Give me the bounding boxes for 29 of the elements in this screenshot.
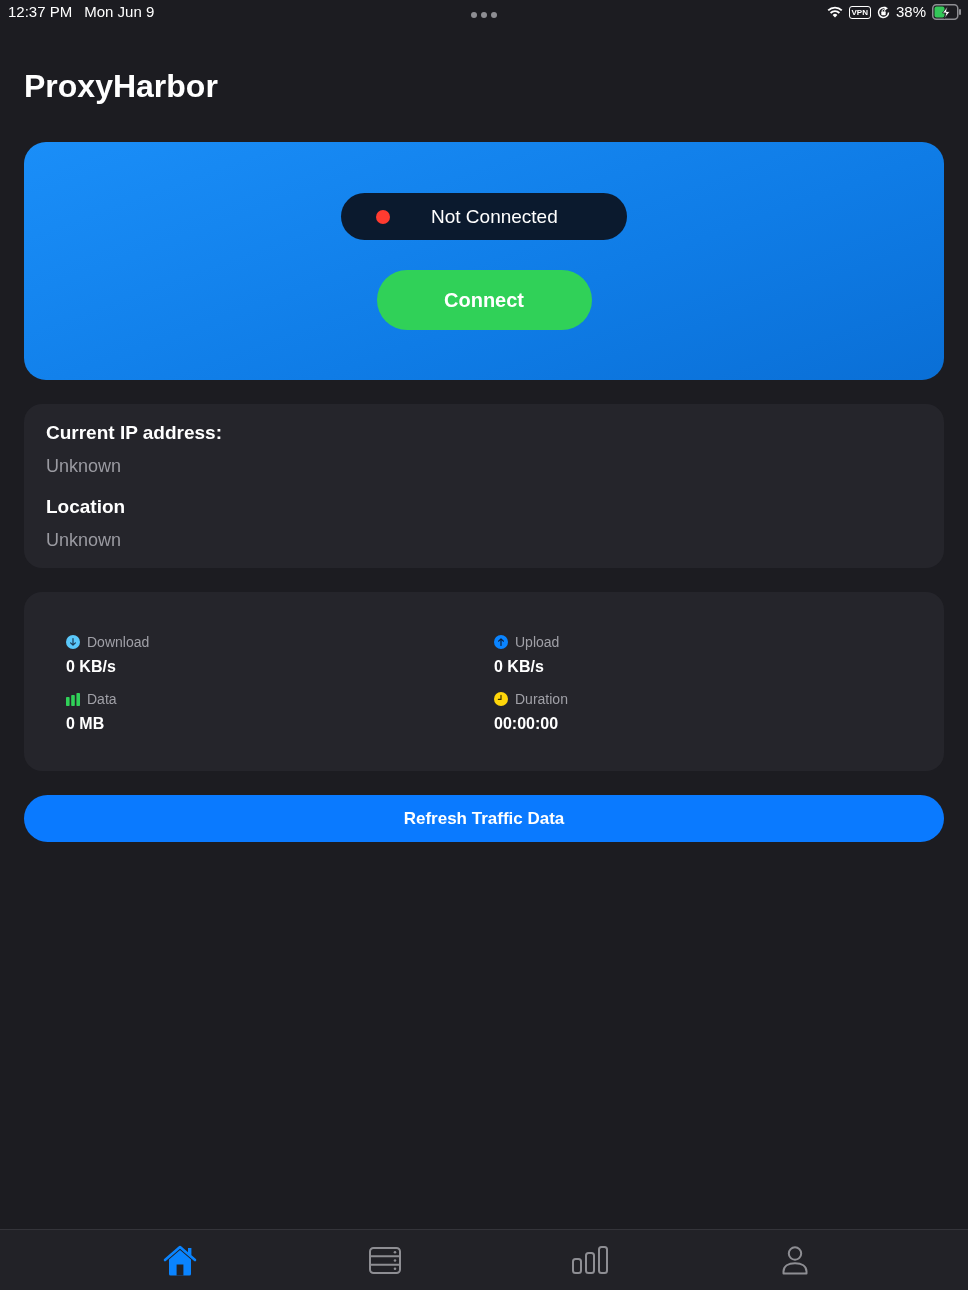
info-value: Unknown [46,529,122,552]
stat-value: 0 MB [66,714,105,734]
wifi-icon [826,6,843,18]
battery-percent: 38% [895,3,926,21]
info-value: Unknown [46,455,122,478]
connection-status-text: Not Connected [431,204,558,229]
more-dots-icon [471,12,497,18]
server-rack-icon [368,1246,401,1274]
status-date: Mon Jun 9 [84,3,155,21]
status-time: 12:37 PM [8,3,73,21]
stat-value: 00:00:00 [494,714,559,734]
refresh-button[interactable]: Refresh Traffic Data [24,795,944,842]
home-icon [162,1244,197,1276]
stat-value: 0 KB/s [66,657,116,677]
stat-label: Upload [515,633,560,651]
person-icon [781,1245,808,1275]
info-label: Location [46,495,126,519]
rotation-lock-icon [876,5,890,19]
stat-label: Data [87,690,117,708]
app-title: ProxyHarbor [24,67,219,106]
clock-icon [494,692,508,706]
stat-value: 0 KB/s [494,657,544,677]
bar-chart-icon [571,1246,608,1274]
stat-label: Duration [515,690,568,708]
bar-chart-icon [66,692,80,706]
info-label: Current IP address: [46,421,222,445]
connect-button[interactable]: Connect [376,270,592,330]
stat-label: Download [87,633,150,651]
vpn-badge: VPN [848,5,871,19]
